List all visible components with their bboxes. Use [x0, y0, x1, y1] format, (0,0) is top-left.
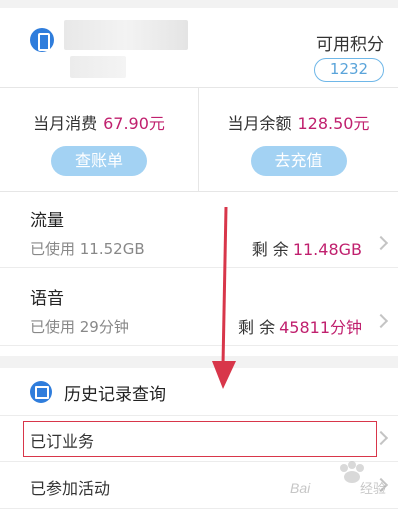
usage-title: 语音 — [30, 289, 64, 309]
top-gap — [0, 0, 398, 8]
spend-label: 当月消费 — [33, 114, 98, 133]
recharge-button[interactable]: 去充值 — [250, 146, 347, 176]
usage-used: 已使用 11.52GB — [30, 240, 145, 258]
annotation-highlight-box — [23, 421, 377, 457]
account-header: 可用积分 1232 — [0, 8, 398, 88]
phone-icon — [30, 28, 54, 52]
history-title: 历史记录查询 — [64, 385, 166, 405]
section-separator — [0, 356, 398, 368]
spend-amount: 67.90元 — [103, 114, 165, 133]
data-usage-row[interactable]: 流量 已使用 11.52GB 剩 余 11.48GB — [0, 192, 398, 268]
baidu-watermark: Bai 经验 — [290, 461, 386, 496]
usage-remaining: 剩 余 11.48GB — [251, 240, 362, 259]
list-item-label: 已参加活动 — [30, 479, 111, 498]
svg-text:经验: 经验 — [360, 481, 386, 496]
monthly-summary: 当月消费 67.90元 查账单 当月余额 128.50元 去充值 — [0, 88, 398, 192]
svg-text:Bai: Bai — [290, 480, 311, 496]
history-header: 历史记录查询 — [0, 368, 398, 416]
usage-title: 流量 — [30, 211, 64, 231]
blurred-account-name — [64, 20, 188, 50]
calendar-icon — [30, 381, 52, 403]
voice-usage-row[interactable]: 语音 已使用 29分钟 剩 余 45811分钟 — [0, 270, 398, 346]
balance-column: 当月余额 128.50元 去充值 — [199, 88, 398, 192]
points-label: 可用积分 — [316, 35, 384, 55]
usage-used: 已使用 29分钟 — [30, 318, 129, 336]
blurred-account-number — [70, 56, 126, 78]
points-value-badge[interactable]: 1232 — [314, 58, 384, 82]
chevron-right-icon — [373, 313, 389, 329]
usage-remaining: 剩 余 45811分钟 — [238, 318, 362, 337]
balance-label: 当月余额 — [227, 114, 292, 133]
chevron-right-icon — [373, 235, 389, 251]
view-bill-button[interactable]: 查账单 — [51, 146, 147, 176]
balance-amount: 128.50元 — [297, 114, 370, 133]
annotation-arrow — [212, 206, 236, 389]
spend-column: 当月消费 67.90元 查账单 — [0, 88, 199, 192]
